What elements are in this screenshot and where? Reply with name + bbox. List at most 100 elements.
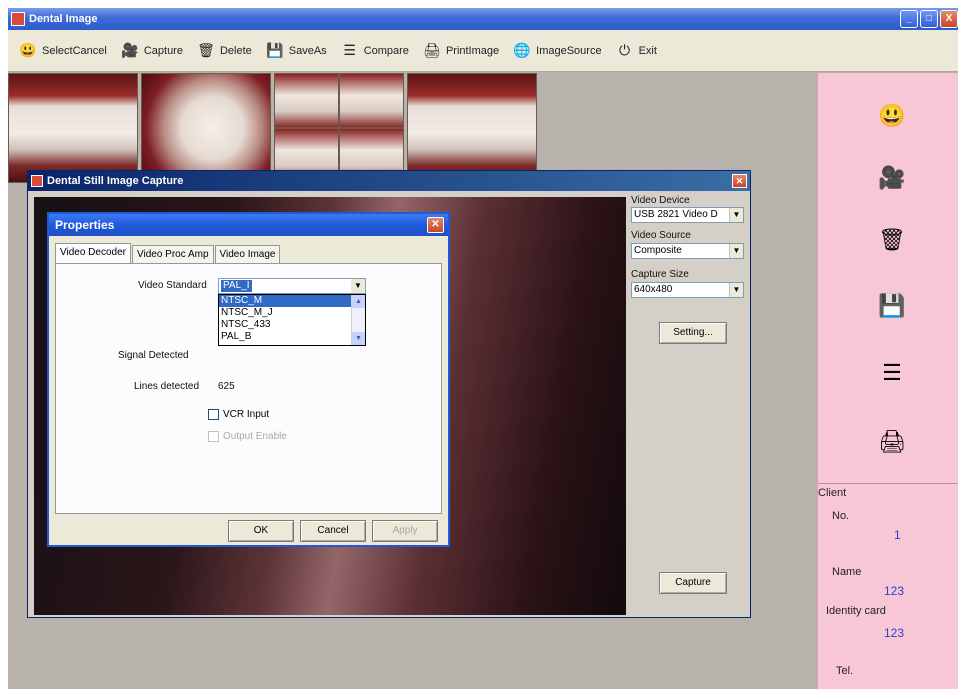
chevron-down-icon: ▼: [729, 208, 743, 222]
print-icon[interactable]: 🖨: [876, 427, 908, 457]
minimize-button[interactable]: _: [900, 10, 918, 28]
properties-title-bar[interactable]: Properties: [49, 214, 448, 236]
video-standard-dropdown: NTSC_M NTSC_M_J NTSC_433 PAL_B ▲ ▼: [218, 294, 366, 346]
capture-dialog-title: Dental Still Image Capture: [47, 175, 184, 187]
close-button[interactable]: X: [940, 10, 958, 28]
capture-size-select[interactable]: 640x480 ▼: [631, 282, 744, 298]
exit-icon: ⏻: [619, 42, 631, 58]
toolbar: 😃 SelectCancel 🎥 Capture 🗑 Delete 💾 SaveAs ☰…: [8, 30, 958, 72]
video-device-value: USB 2821 Video D: [634, 209, 718, 220]
video-device-select[interactable]: USB 2821 Video D ▼: [631, 207, 744, 223]
apply-button: Apply: [372, 520, 438, 542]
thumbnail-image[interactable]: [8, 73, 138, 183]
dropdown-option[interactable]: PAL_B: [219, 331, 351, 343]
output-enable-checkbox: Output Enable: [208, 431, 287, 442]
ok-button[interactable]: OK: [228, 520, 294, 542]
delete-button[interactable]: 🗑 Delete: [192, 36, 261, 66]
properties-dialog: Properties ✕ Video Decoder Video Proc Am…: [47, 212, 450, 547]
thumbnail-image[interactable]: [141, 73, 271, 183]
sidebar: 😃 🎥 🗑 💾 ☰ 🖨 Client No. 1 Name 123 Identi…: [817, 73, 958, 689]
client-name-value: 123: [884, 584, 905, 598]
video-standard-label: Video Standard: [138, 280, 207, 291]
thumbnail-image[interactable]: [407, 73, 537, 183]
dropdown-option[interactable]: NTSC_M: [219, 295, 351, 307]
title-bar[interactable]: Dental Image _ □ X: [8, 8, 958, 30]
app-icon: [11, 12, 25, 26]
select-cancel-button[interactable]: 😃 SelectCancel: [14, 36, 116, 66]
compare-icon: ☰: [343, 42, 356, 58]
dropdown-option[interactable]: NTSC_433: [219, 319, 351, 331]
client-id-label: Identity card: [826, 605, 886, 617]
maximize-button[interactable]: □: [920, 10, 938, 28]
dropdown-option[interactable]: NTSC_M_J: [219, 307, 351, 319]
tab-video-image[interactable]: Video Image: [214, 245, 281, 263]
tab-strip: Video Decoder Video Proc Amp Video Image: [55, 243, 281, 263]
tab-video-proc-amp[interactable]: Video Proc Amp: [131, 245, 214, 263]
chevron-down-icon: ▼: [729, 283, 743, 297]
lines-detected-label: Lines detected: [134, 381, 200, 392]
capture-icon[interactable]: 🎥: [876, 163, 908, 193]
window-controls: _ □ X: [900, 10, 958, 28]
dropdown-scrollbar[interactable]: ▲ ▼: [351, 295, 365, 345]
capture-tool-button[interactable]: 🎥 Capture: [116, 36, 192, 66]
client-name-label: Name: [832, 566, 862, 578]
delete-icon: 🗑: [197, 42, 215, 58]
video-standard-value: PAL_I: [221, 280, 252, 292]
client-no-value: 1: [894, 528, 901, 542]
capture-size-label: Capture Size: [631, 269, 689, 280]
client-id-value: 123: [884, 626, 905, 640]
cancel-button[interactable]: Cancel: [300, 520, 366, 542]
thumbnail-image[interactable]: [274, 73, 404, 183]
client-tel-label: Tel.: [836, 665, 854, 677]
delete-icon[interactable]: 🗑: [876, 225, 908, 255]
properties-title: Properties: [55, 218, 115, 232]
save-as-button[interactable]: 💾 SaveAs: [261, 36, 336, 66]
exit-button[interactable]: ⏻ Exit: [611, 36, 666, 66]
checkbox-box: [208, 409, 219, 420]
save-as-icon[interactable]: 💾: [876, 291, 908, 321]
output-enable-label: Output Enable: [223, 431, 287, 442]
video-standard-select[interactable]: PAL_I ▼: [218, 278, 366, 294]
tool-label: Capture: [143, 44, 183, 57]
image-source-button[interactable]: 🌐 ImageSource: [508, 36, 610, 66]
vcr-input-label: VCR Input: [223, 409, 270, 420]
setting-button[interactable]: Setting...: [659, 322, 727, 344]
window-title: Dental Image: [29, 13, 98, 25]
tool-label: Delete: [219, 44, 252, 57]
print-image-button[interactable]: 🖨 PrintImage: [418, 36, 508, 66]
capture-size-value: 640x480: [634, 284, 673, 295]
video-device-label: Video Device: [631, 195, 690, 206]
tab-video-decoder[interactable]: Video Decoder: [55, 243, 131, 263]
client-title: Client: [818, 487, 847, 499]
client-no-label: No.: [832, 510, 850, 522]
tool-label: Compare: [363, 44, 409, 57]
capture-dialog-close-button[interactable]: ✕: [732, 174, 747, 188]
select-cancel-icon: 😃: [19, 42, 37, 58]
scroll-down-icon[interactable]: ▼: [352, 332, 365, 345]
client-panel: Client No. 1 Name 123 Identity card 123 …: [818, 483, 958, 677]
properties-close-button[interactable]: ✕: [427, 217, 444, 233]
capture-dialog-title-bar[interactable]: Dental Still Image Capture: [28, 171, 750, 191]
video-source-select[interactable]: Composite ▼: [631, 243, 744, 259]
tool-label: SelectCancel: [42, 44, 107, 57]
video-decoder-panel: Video Standard PAL_I ▼ NTSC_M NTSC_M_J N…: [55, 263, 442, 514]
tool-label: SaveAs: [288, 44, 327, 57]
chevron-down-icon: ▼: [351, 279, 365, 293]
app-icon: [31, 175, 43, 187]
vcr-input-checkbox[interactable]: VCR Input: [208, 409, 269, 420]
lines-detected-value: 625: [218, 381, 235, 392]
video-source-value: Composite: [634, 245, 682, 256]
signal-detected-label: Signal Detected: [118, 350, 189, 361]
checkbox-box: [208, 431, 219, 442]
select-cancel-icon[interactable]: 😃: [876, 101, 908, 131]
capture-icon: 🎥: [121, 42, 139, 58]
tool-label: Exit: [638, 44, 657, 57]
tool-label: ImageSource: [536, 44, 602, 57]
scroll-up-icon[interactable]: ▲: [352, 295, 365, 308]
capture-button[interactable]: Capture: [659, 572, 727, 594]
compare-button[interactable]: ☰ Compare: [336, 36, 418, 66]
compare-icon[interactable]: ☰: [876, 358, 908, 388]
thumbnail-strip: [8, 73, 540, 183]
tool-label: PrintImage: [445, 44, 500, 57]
save-as-icon: 💾: [266, 42, 284, 58]
